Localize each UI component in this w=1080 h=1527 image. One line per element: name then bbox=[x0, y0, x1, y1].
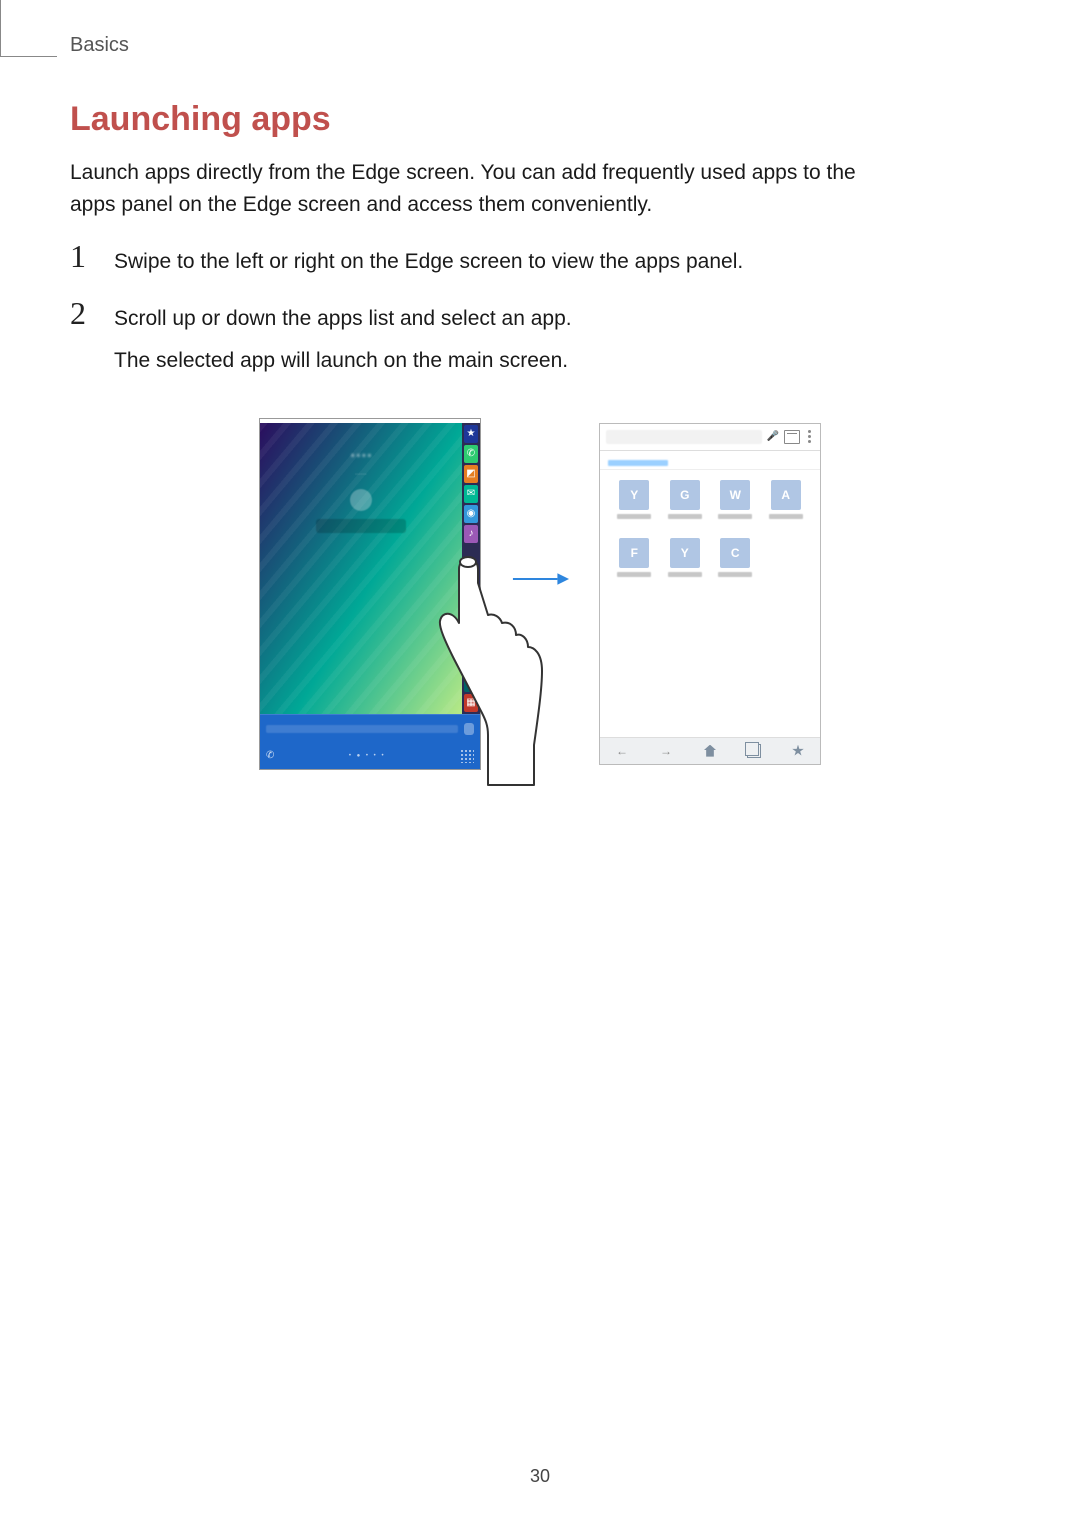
home-wallpaper: ∙∙∙∙ ∙∙∙∙∙∙ bbox=[260, 423, 462, 714]
info-widget bbox=[316, 519, 406, 533]
quick-access-label bbox=[600, 451, 820, 470]
breadcrumb: Basics bbox=[70, 34, 129, 57]
settings-icon: ▦ bbox=[464, 694, 478, 712]
browser-toolbar: 🎤 bbox=[600, 424, 820, 451]
home-icon bbox=[703, 744, 717, 758]
browser-navbar: ← → bbox=[600, 737, 820, 764]
music-icon: ♪ bbox=[464, 525, 478, 543]
step-1: 1 Swipe to the left or right on the Edge… bbox=[70, 240, 1010, 279]
bookmark-tile: C bbox=[713, 538, 758, 590]
step-text: Scroll up or down the apps list and sele… bbox=[114, 297, 572, 378]
video-icon: ▶ bbox=[464, 674, 478, 692]
apps-grid-icon bbox=[460, 749, 474, 763]
header-corner-rule bbox=[0, 0, 57, 57]
step-number: 2 bbox=[70, 297, 106, 329]
phone-icon: ✆ bbox=[464, 445, 478, 463]
edge-apps-panel: ★ ✆ ◩ ✉ ◉ ♪ ▶ ▦ bbox=[462, 423, 480, 714]
mail-icon: ✉ bbox=[464, 485, 478, 503]
bookmark-grid: Y G W A F Y C bbox=[600, 470, 820, 737]
browser-quick-access: 🎤 Y G W A F Y C ← → bbox=[599, 423, 821, 765]
pages-icon bbox=[747, 744, 761, 758]
bookmark-tile: A bbox=[764, 480, 809, 532]
clock-widget: ∙∙∙∙ bbox=[350, 445, 372, 468]
page-number: 30 bbox=[0, 1466, 1080, 1487]
bookmark-tile: G bbox=[663, 480, 708, 532]
bookmark-tile: Y bbox=[663, 538, 708, 590]
phone-dock-icon: ✆ bbox=[266, 750, 274, 761]
star-icon: ★ bbox=[464, 425, 478, 443]
page-dots: • ● • • • bbox=[282, 753, 452, 759]
intro-paragraph: Launch apps directly from the Edge scree… bbox=[70, 157, 890, 220]
bookmark-star-icon bbox=[791, 744, 805, 758]
step-2: 2 Scroll up or down the apps list and se… bbox=[70, 297, 1010, 378]
step-text-extra: The selected app will launch on the main… bbox=[114, 345, 572, 378]
phone-edge-screen: ∙∙∙∙ ∙∙∙∙∙∙ ★ ✆ ◩ ✉ ◉ ♪ ▶ ▦ bbox=[259, 418, 481, 770]
step-text: Swipe to the left or right on the Edge s… bbox=[114, 240, 743, 279]
step-list: 1 Swipe to the left or right on the Edge… bbox=[70, 240, 1010, 378]
dock-bar: ✆ • ● • • • bbox=[260, 743, 480, 769]
url-field bbox=[606, 430, 762, 444]
back-icon: ← bbox=[615, 744, 629, 758]
arrow-right-icon bbox=[511, 569, 569, 589]
step-text-main: Scroll up or down the apps list and sele… bbox=[114, 307, 572, 330]
contact-icon: ◩ bbox=[464, 465, 478, 483]
globe-icon: ◉ bbox=[464, 505, 478, 523]
forward-icon: → bbox=[659, 744, 673, 758]
tabs-icon bbox=[784, 430, 800, 444]
step-number: 1 bbox=[70, 240, 106, 272]
more-menu-icon bbox=[804, 430, 814, 443]
weather-widget bbox=[350, 489, 372, 511]
section-heading: Launching apps bbox=[70, 100, 1010, 139]
date-widget: ∙∙∙∙∙∙ bbox=[355, 471, 367, 478]
illustration: ∙∙∙∙ ∙∙∙∙∙∙ ★ ✆ ◩ ✉ ◉ ♪ ▶ ▦ bbox=[70, 418, 1010, 770]
bookmark-tile: Y bbox=[612, 480, 657, 532]
bookmark-tile: F bbox=[612, 538, 657, 590]
search-bar bbox=[260, 714, 480, 743]
mic-icon bbox=[464, 723, 474, 735]
bookmark-tile: W bbox=[713, 480, 758, 532]
mic-icon: 🎤 bbox=[766, 430, 780, 444]
